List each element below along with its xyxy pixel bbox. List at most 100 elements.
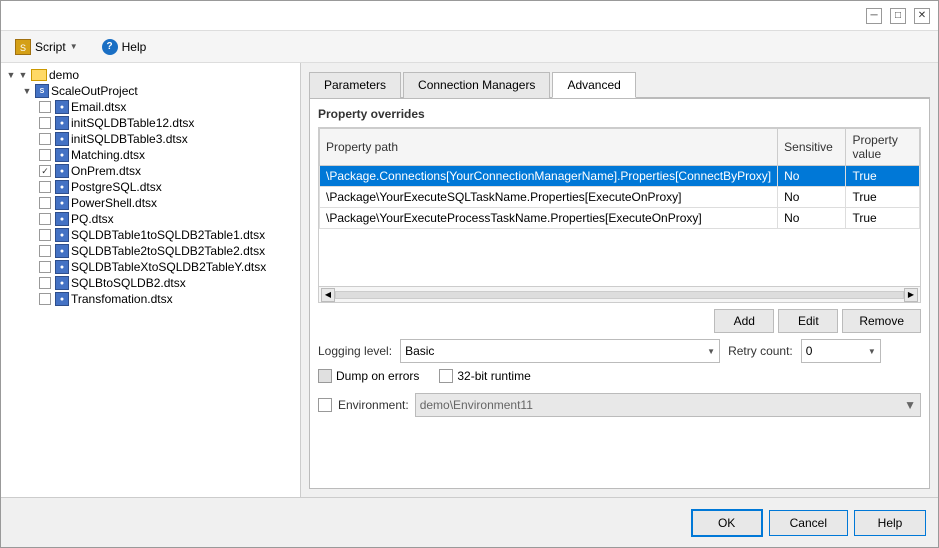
transform-checkbox[interactable] xyxy=(39,293,51,305)
tree-sqltable2-label: SQLDBTable2toSQLDB2Table2.dtsx xyxy=(71,244,265,258)
runtime-32bit-text: 32-bit runtime xyxy=(457,369,530,383)
table-row[interactable]: \Package.Connections[YourConnectionManag… xyxy=(320,166,920,187)
scroll-left-arrow[interactable]: ◀ xyxy=(321,288,335,302)
tree-powershell-label: PowerShell.dtsx xyxy=(71,196,157,210)
section-title: Property overrides xyxy=(318,107,921,121)
runtime-32bit-label[interactable]: 32-bit runtime xyxy=(439,369,530,383)
help-menu-label: Help xyxy=(122,40,147,54)
tab-parameters[interactable]: Parameters xyxy=(309,72,401,98)
col-header-sensitive: Sensitive xyxy=(778,129,846,166)
runtime-32bit-checkbox[interactable] xyxy=(439,369,453,383)
sqltabley-checkbox[interactable] xyxy=(39,261,51,273)
tree-item-init12[interactable]: ● initSQLDBTable12.dtsx xyxy=(1,115,300,131)
tree-email-label: Email.dtsx xyxy=(71,100,126,114)
retry-select[interactable]: 0 ▼ xyxy=(801,339,881,363)
init3-file-icon: ● xyxy=(55,132,69,146)
init3-checkbox[interactable] xyxy=(39,133,51,145)
tree-root-label: demo xyxy=(49,68,79,82)
sqlbtosql-checkbox[interactable] xyxy=(39,277,51,289)
tree-item-sqlbtosql[interactable]: ● SQLBtoSQLDB2.dtsx xyxy=(1,275,300,291)
tree-item-onprem[interactable]: ● OnPrem.dtsx xyxy=(1,163,300,179)
script-menu[interactable]: S Script ▼ xyxy=(9,35,84,59)
tree-item-transform[interactable]: ● Transfomation.dtsx xyxy=(1,291,300,307)
script-dropdown-arrow: ▼ xyxy=(70,42,78,51)
close-button[interactable]: ✕ xyxy=(914,8,930,24)
table-row[interactable]: \Package\YourExecuteProcessTaskName.Prop… xyxy=(320,208,920,229)
tree-item-sqltabley[interactable]: ● SQLDBTableXtoSQLDB2TableY.dtsx xyxy=(1,259,300,275)
row1-path: \Package.Connections[YourConnectionManag… xyxy=(320,166,778,187)
pq-checkbox[interactable] xyxy=(39,213,51,225)
sqltable1-checkbox[interactable] xyxy=(39,229,51,241)
onprem-checkbox[interactable] xyxy=(39,165,51,177)
row2-path: \Package\YourExecuteSQLTaskName.Properti… xyxy=(320,187,778,208)
email-checkbox[interactable] xyxy=(39,101,51,113)
script-menu-label: Script xyxy=(35,40,66,54)
email-file-icon: ● xyxy=(55,100,69,114)
table-row[interactable]: \Package\YourExecuteSQLTaskName.Properti… xyxy=(320,187,920,208)
property-table-wrapper[interactable]: Property path Sensitive Property value \… xyxy=(318,127,921,287)
tree-init12-label: initSQLDBTable12.dtsx xyxy=(71,116,194,130)
tab-connection-managers[interactable]: Connection Managers xyxy=(403,72,550,98)
environment-select[interactable]: demo\Environment11 ▼ xyxy=(415,393,921,417)
add-button[interactable]: Add xyxy=(714,309,774,333)
property-table: Property path Sensitive Property value \… xyxy=(319,128,920,229)
logging-value: Basic xyxy=(405,344,434,358)
logging-dropdown-arrow: ▼ xyxy=(707,347,715,356)
tree-root[interactable]: ▼ ▼ demo xyxy=(1,67,300,83)
help-icon: ? xyxy=(102,39,118,55)
horizontal-scrollbar[interactable]: ◀ ▶ xyxy=(318,287,921,303)
edit-button[interactable]: Edit xyxy=(778,309,838,333)
tree-item-sqltable1[interactable]: ● SQLDBTable1toSQLDB2Table1.dtsx xyxy=(1,227,300,243)
tree-pq-label: PQ.dtsx xyxy=(71,212,114,226)
environment-value: demo\Environment11 xyxy=(420,398,533,412)
help-footer-button[interactable]: Help xyxy=(854,510,926,536)
logging-label: Logging level: xyxy=(318,344,392,358)
help-menu[interactable]: ? Help xyxy=(96,35,153,59)
tree-onprem-label: OnPrem.dtsx xyxy=(71,164,141,178)
tree-item-pq[interactable]: ● PQ.dtsx xyxy=(1,211,300,227)
scroll-track[interactable] xyxy=(335,291,904,299)
col-header-path: Property path xyxy=(320,129,778,166)
onprem-file-icon: ● xyxy=(55,164,69,178)
tab-advanced[interactable]: Advanced xyxy=(552,72,635,98)
postgresql-checkbox[interactable] xyxy=(39,181,51,193)
powershell-checkbox[interactable] xyxy=(39,197,51,209)
minimize-button[interactable]: ─ xyxy=(866,8,882,24)
postgresql-file-icon: ● xyxy=(55,180,69,194)
tab-bar: Parameters Connection Managers Advanced xyxy=(309,71,930,98)
matching-checkbox[interactable] xyxy=(39,149,51,161)
dump-on-errors-checkbox[interactable] xyxy=(318,369,332,383)
main-window: ─ □ ✕ S Script ▼ ? Help ▼ ▼ demo xyxy=(0,0,939,548)
dump-on-errors-label[interactable]: Dump on errors xyxy=(318,369,419,383)
tree-item-powershell[interactable]: ● PowerShell.dtsx xyxy=(1,195,300,211)
tree-item-init3[interactable]: ● initSQLDBTable3.dtsx xyxy=(1,131,300,147)
scroll-right-arrow[interactable]: ▶ xyxy=(904,288,918,302)
sqltable2-checkbox[interactable] xyxy=(39,245,51,257)
tree-item-matching[interactable]: ● Matching.dtsx xyxy=(1,147,300,163)
remove-button[interactable]: Remove xyxy=(842,309,921,333)
environment-checkbox[interactable] xyxy=(318,398,332,412)
init12-file-icon: ● xyxy=(55,116,69,130)
logging-row: Logging level: Basic ▼ Retry count: 0 ▼ xyxy=(318,339,921,363)
tree-item-scaleout[interactable]: ▼ S ScaleOutProject xyxy=(1,83,300,99)
maximize-button[interactable]: □ xyxy=(890,8,906,24)
row2-value: True xyxy=(846,187,920,208)
tree-item-postgresql[interactable]: ● PostgreSQL.dtsx xyxy=(1,179,300,195)
tree-sqltable1-label: SQLDBTable1toSQLDB2Table1.dtsx xyxy=(71,228,265,242)
tree-scaleout-label: ScaleOutProject xyxy=(51,84,138,98)
row1-value: True xyxy=(846,166,920,187)
environment-label: Environment: xyxy=(338,398,409,412)
tab-advanced-label: Advanced xyxy=(567,78,620,92)
menu-bar: S Script ▼ ? Help xyxy=(1,31,938,63)
cancel-button[interactable]: Cancel xyxy=(769,510,848,536)
tree-item-email[interactable]: ● Email.dtsx xyxy=(1,99,300,115)
title-bar: ─ □ ✕ xyxy=(1,1,938,31)
logging-select[interactable]: Basic ▼ xyxy=(400,339,720,363)
script-icon: S xyxy=(15,39,31,55)
ok-button[interactable]: OK xyxy=(691,509,763,537)
tree-item-sqltable2[interactable]: ● SQLDBTable2toSQLDB2Table2.dtsx xyxy=(1,243,300,259)
init12-checkbox[interactable] xyxy=(39,117,51,129)
scaleout-icon: S xyxy=(35,84,49,98)
sqltable1-file-icon: ● xyxy=(55,228,69,242)
tree-matching-label: Matching.dtsx xyxy=(71,148,145,162)
